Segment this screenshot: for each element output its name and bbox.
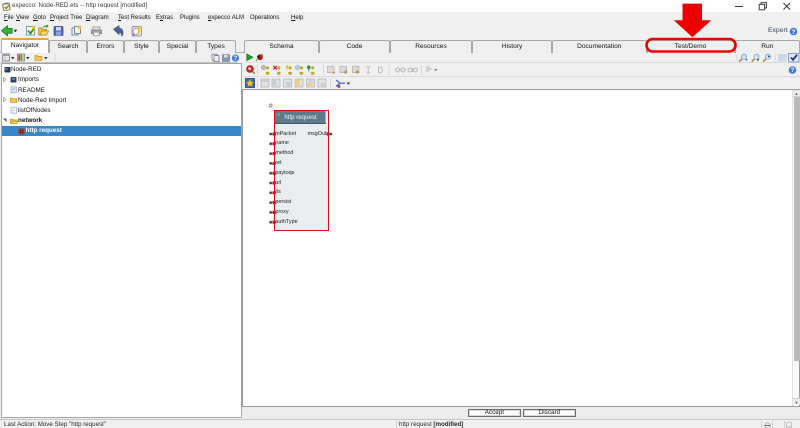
svg-text:?: ? [792, 28, 796, 35]
svg-text:?: ? [234, 56, 238, 62]
svg-text:?: ? [791, 67, 795, 74]
